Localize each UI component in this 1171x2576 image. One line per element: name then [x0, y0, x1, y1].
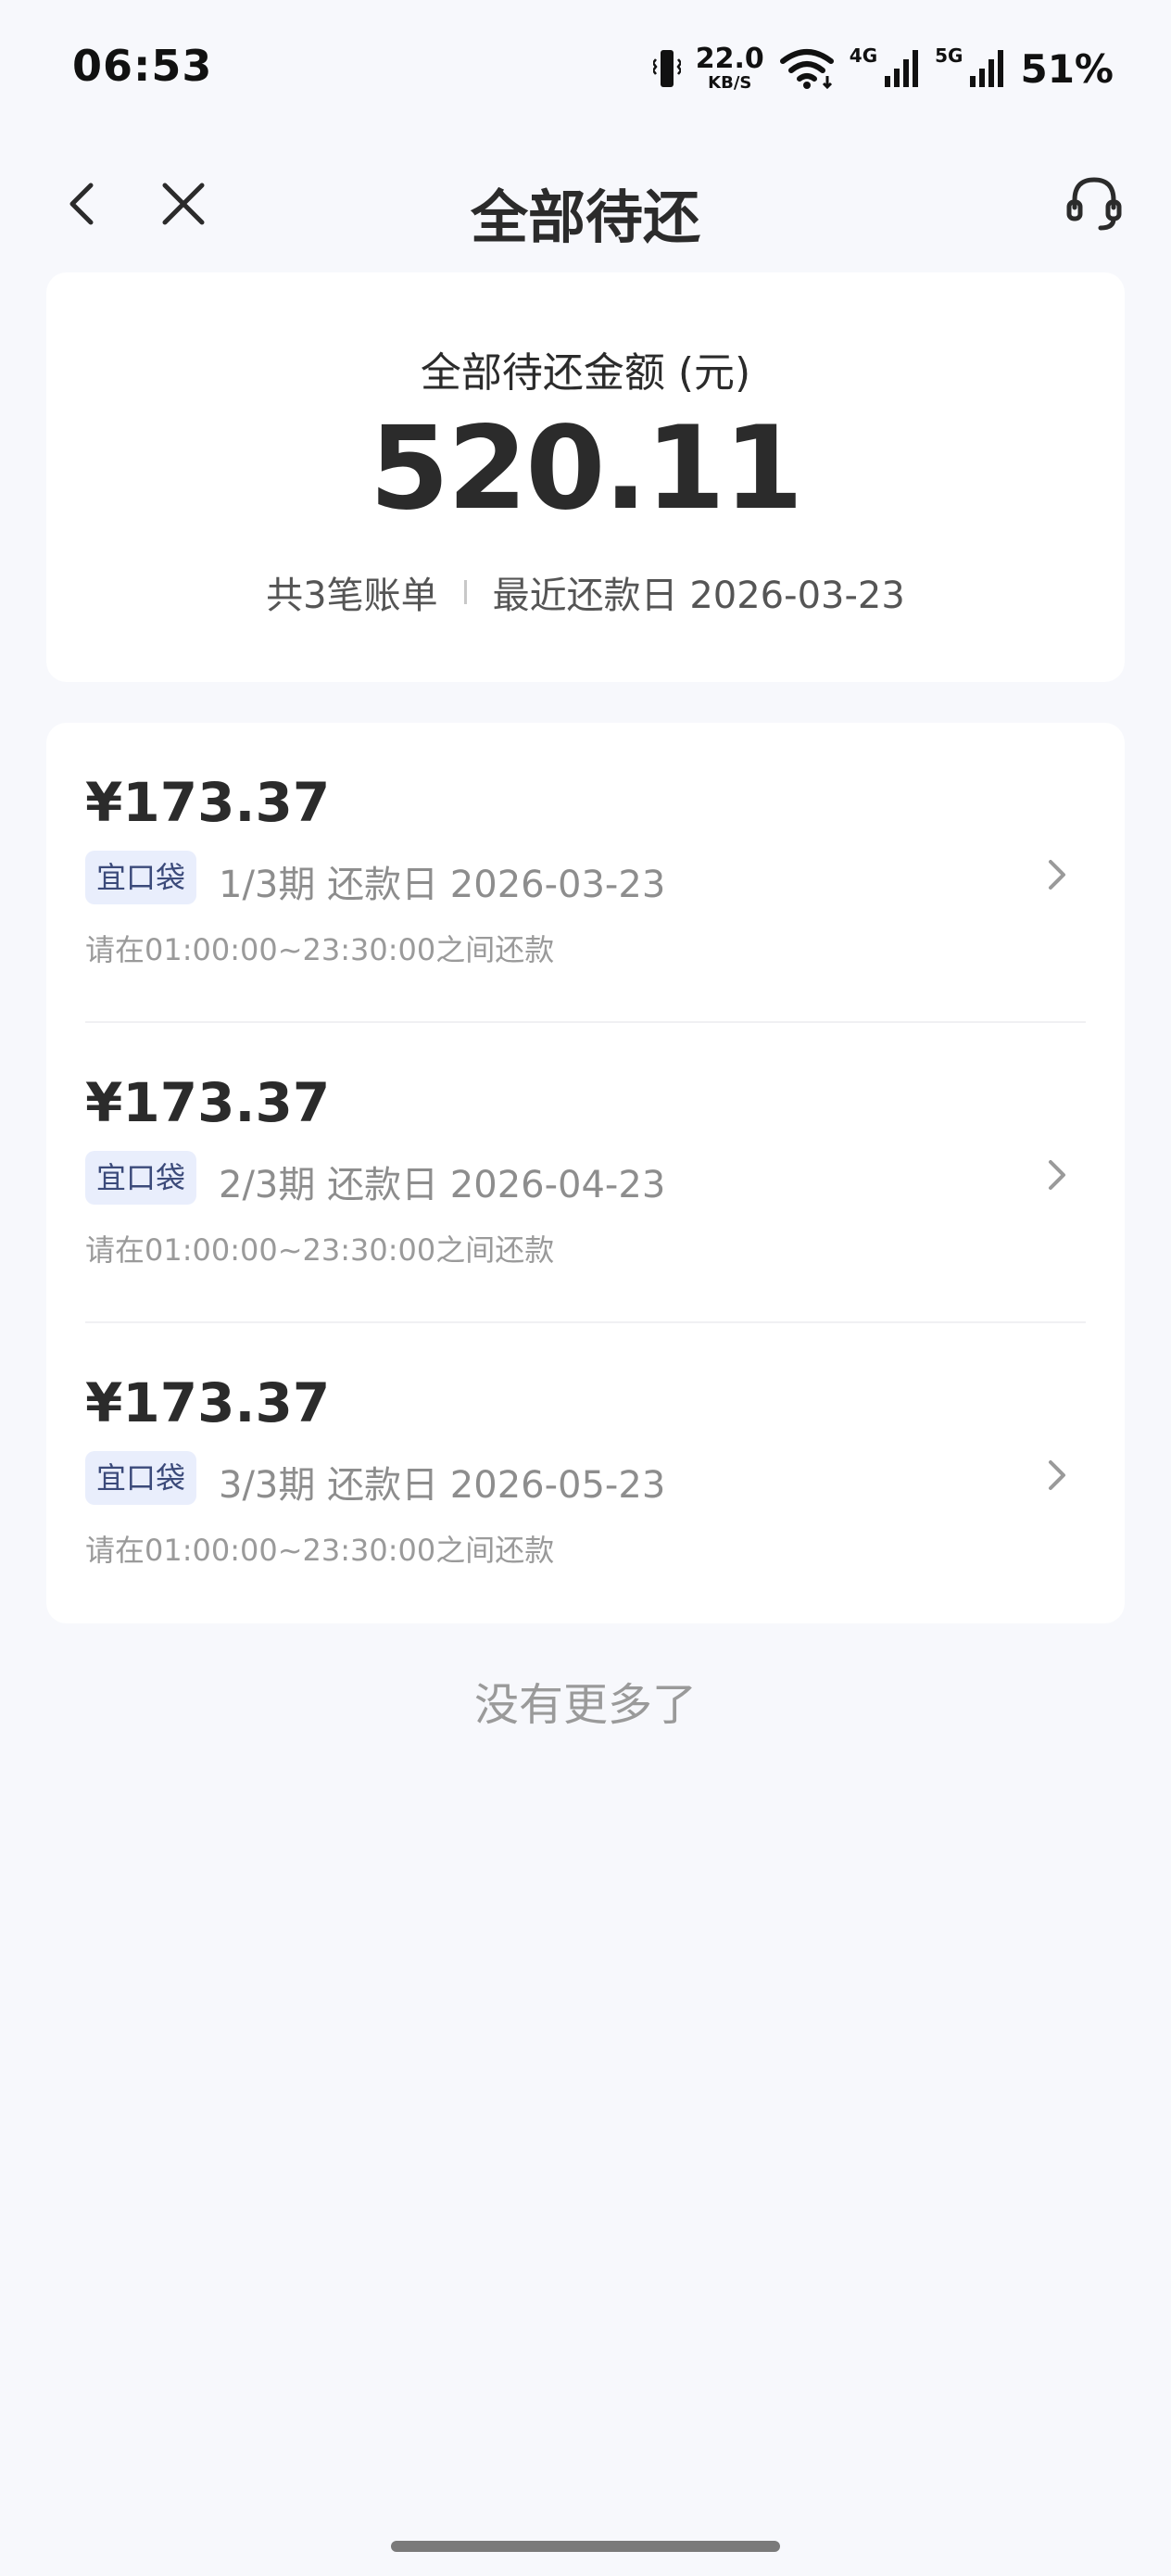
nav-bar: 全部待还 — [0, 148, 1171, 259]
signal2-label: 5G — [935, 44, 963, 67]
summary-label: 全部待还金额 (元) — [420, 349, 751, 397]
product-tag: 宜口袋 — [85, 1451, 197, 1505]
meta-divider — [463, 580, 467, 604]
bill-period: 2/3期 还款日 2026-04-23 — [219, 1164, 666, 1206]
bill-item[interactable]: ¥173.37 宜口袋 2/3期 还款日 2026-04-23 请在01:00:… — [46, 1023, 1125, 1323]
bills-list: ¥173.37 宜口袋 1/3期 还款日 2026-03-23 请在01:00:… — [46, 723, 1125, 1623]
bill-item[interactable]: ¥173.37 宜口袋 3/3期 还款日 2026-05-23 请在01:00:… — [46, 1323, 1125, 1623]
bill-amount: ¥173.37 — [85, 1071, 331, 1134]
chevron-right-icon — [1049, 1160, 1065, 1190]
product-tag: 宜口袋 — [85, 851, 197, 904]
signal-icon — [885, 50, 919, 87]
battery-level: 51% — [1020, 45, 1114, 92]
customer-service-icon[interactable] — [1062, 170, 1127, 235]
status-icons: 22.0 KB/S 4G 5G 51% — [652, 41, 1114, 96]
bill-item[interactable]: ¥173.37 宜口袋 1/3期 还款日 2026-03-23 请在01:00:… — [46, 723, 1125, 1023]
wifi-icon — [779, 49, 834, 89]
net-speed: 22.0 KB/S — [696, 45, 764, 92]
repay-time-hint: 请在01:00:00~23:30:00之间还款 — [85, 1533, 555, 1568]
summary-card: 全部待还金额 (元) 520.11 共3笔账单 最近还款日 2026-03-23 — [46, 272, 1125, 682]
product-tag: 宜口袋 — [85, 1151, 197, 1205]
home-indicator[interactable] — [391, 2541, 780, 2552]
bill-amount: ¥173.37 — [85, 771, 331, 834]
repay-time-hint: 请在01:00:00~23:30:00之间还款 — [85, 932, 555, 967]
signal1-label: 4G — [849, 44, 878, 67]
page: 06:53 22.0 KB/S 4G 5G 51% 全部待还 全部待还金额 (元… — [0, 0, 1171, 2576]
bill-period: 1/3期 还款日 2026-03-23 — [219, 864, 666, 906]
chevron-right-icon — [1049, 860, 1065, 890]
net-speed-unit: KB/S — [708, 73, 752, 93]
vibrate-icon — [652, 50, 681, 87]
status-time: 06:53 — [72, 41, 213, 91]
summary-meta: 共3笔账单 最近还款日 2026-03-23 — [46, 565, 1125, 619]
total-amount: 520.11 — [369, 402, 804, 536]
net-speed-value: 22.0 — [695, 43, 764, 75]
bill-amount: ¥173.37 — [85, 1371, 331, 1434]
status-bar: 06:53 22.0 KB/S 4G 5G 51% — [0, 0, 1171, 139]
repay-time-hint: 请在01:00:00~23:30:00之间还款 — [85, 1232, 555, 1268]
bill-period: 3/3期 还款日 2026-05-23 — [219, 1464, 666, 1507]
signal-icon — [970, 50, 1004, 87]
no-more-text: 没有更多了 — [473, 1679, 697, 1731]
bill-count: 共3笔账单 — [266, 575, 438, 617]
page-title: 全部待还 — [470, 183, 700, 251]
next-due-date: 最近还款日 2026-03-23 — [492, 575, 905, 617]
chevron-right-icon — [1049, 1460, 1065, 1490]
